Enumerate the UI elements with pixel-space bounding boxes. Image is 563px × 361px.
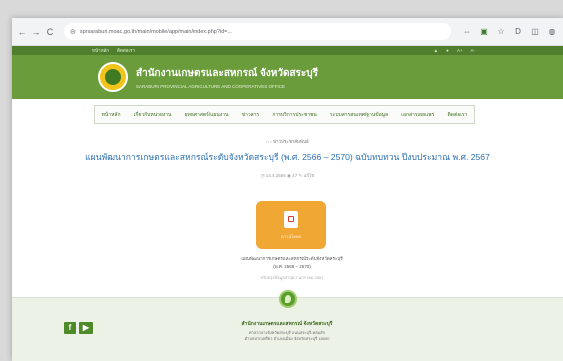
site-brand: สำนักงานเกษตรและสหกรณ์ จังหวัดสระบุรี SA…	[136, 66, 318, 89]
url-text: sprsaraburi.moac.go.th/main/mobile/app/m…	[79, 28, 232, 35]
document-year-range: (พ.ศ. 2566 – 2570)	[273, 264, 311, 269]
download-document-button[interactable]: ดาวน์โหลด	[256, 201, 326, 249]
pdf-file-icon	[284, 210, 298, 228]
top-strip: หน้าหลัก ติดต่อเรา ▲ ● A+ A-	[12, 46, 563, 55]
tabs-icon[interactable]: ◫	[528, 25, 542, 39]
document-filename[interactable]: แผนพัฒนาการเกษตรและสหกรณ์ระดับจังหวัดสระ…	[222, 255, 362, 262]
font-increase-button[interactable]: A+	[457, 48, 463, 53]
topstrip-contrast-icon[interactable]: ▲	[434, 48, 438, 53]
topstrip-home-link[interactable]: หน้าหลัก	[92, 47, 109, 54]
menu-item-home[interactable]: หน้าหลัก	[102, 111, 121, 119]
site-logo[interactable]	[98, 62, 128, 92]
browser-tools: ⇔ ▣ ☆ D ◫ ◍	[457, 25, 559, 39]
back-button[interactable]: ←	[16, 25, 28, 39]
browser-toolbar: ← → C ⊝ sprsaraburi.moac.go.th/main/mobi…	[12, 18, 563, 46]
forward-button[interactable]: →	[30, 25, 42, 39]
topstrip-contact-link[interactable]: ติดต่อเรา	[117, 47, 135, 54]
site-footer: f ▶ สำนักงานเกษตรและสหกรณ์ จังหวัดสระบุร…	[12, 290, 563, 361]
main-menu: หน้าหลัก เกี่ยวกับหน่วยงาน ยุทธศาสตร์/แผ…	[94, 105, 475, 124]
footer-org-name: สำนักงานเกษตรและสหกรณ์ จังหวัดสระบุรี	[241, 321, 333, 327]
social-links: f ▶	[64, 322, 96, 334]
profile-icon[interactable]: ◍	[545, 25, 559, 39]
site-title: สำนักงานเกษตรและสหกรณ์ จังหวัดสระบุรี	[136, 67, 319, 79]
font-decrease-button[interactable]: A-	[471, 48, 476, 53]
browser-window: ← → C ⊝ sprsaraburi.moac.go.th/main/mobi…	[12, 18, 563, 361]
translate-icon[interactable]: ⇔	[460, 25, 474, 39]
menu-item-about[interactable]: เกี่ยวกับหน่วยงาน	[134, 111, 172, 119]
site-header: สำนักงานเกษตรและสหกรณ์ จังหวัดสระบุรี SA…	[12, 55, 563, 99]
address-bar[interactable]: ⊝ sprsaraburi.moac.go.th/main/mobile/app…	[64, 23, 451, 40]
last-updated: ปรับปรุงข้อมูลล่าสุด 2 มกราคม 2567	[260, 275, 324, 280]
post-meta: ◷ 14.4.2566 ◉ 47 ✎ แก้ไข	[260, 173, 315, 178]
reload-button[interactable]: C	[44, 25, 56, 39]
youtube-icon[interactable]: ▶	[79, 322, 93, 334]
footer-logo[interactable]	[279, 290, 297, 308]
site-info-icon[interactable]: ⊝	[70, 28, 76, 36]
menu-item-contact[interactable]: ติดต่อเรา	[447, 111, 467, 119]
site-subtitle: SARABURI PROVINCIAL AGRICULTURE AND COOP…	[136, 83, 285, 89]
menu-item-strategy[interactable]: ยุทธศาสตร์/แผนงาน	[185, 111, 229, 119]
menu-item-services[interactable]: การบริการประชาชน	[272, 111, 316, 119]
extension-icon[interactable]: ▣	[477, 25, 491, 39]
bookmark-star-icon[interactable]: ☆	[494, 25, 508, 39]
breadcrumb[interactable]: ⌂ › ข่าวประชาสัมพันธ์	[12, 138, 563, 145]
reader-mode-icon[interactable]: D	[511, 25, 525, 39]
menu-item-news[interactable]: ข่าวสาร	[242, 111, 260, 119]
facebook-icon[interactable]: f	[64, 322, 76, 334]
menu-item-publications[interactable]: เอกสารเผยแพร่	[401, 111, 434, 119]
page-title: แผนพัฒนาการเกษตรและสหกรณ์ระดับจังหวัดสระ…	[85, 152, 490, 162]
menu-item-information-systems[interactable]: ระบบสารสนเทศ/ฐานข้อมูล	[330, 111, 388, 119]
download-label: ดาวน์โหลด	[281, 233, 301, 239]
footer-address-line2: ตำบลปากเพรียว อำเภอเมือง จังหวัดสระบุรี …	[244, 336, 330, 341]
topstrip-mode-icon[interactable]: ●	[446, 48, 449, 53]
